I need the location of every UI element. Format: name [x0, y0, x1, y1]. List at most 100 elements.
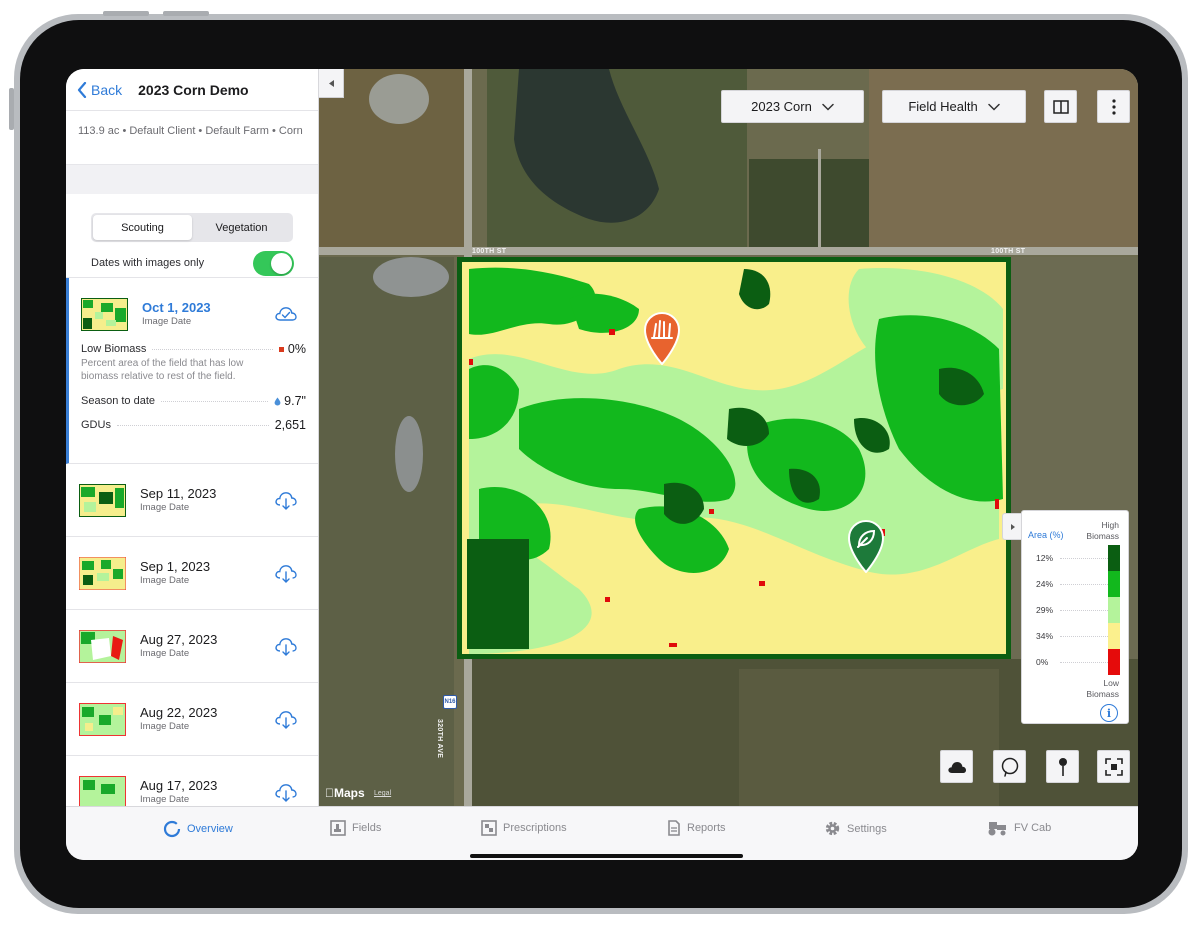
lasso-icon — [1001, 757, 1018, 777]
cloud-check-icon[interactable] — [274, 303, 298, 325]
field-meta: 113.9 ac • Default Client • Default Farm… — [78, 125, 303, 137]
legend-row: 29% — [1022, 597, 1130, 623]
map-layer-value: Field Health — [908, 99, 978, 114]
legend-row: 12% — [1022, 545, 1130, 571]
field-map[interactable]: 100TH ST 100TH ST 320TH AVE N16 2023 Cor… — [319, 69, 1138, 806]
scouting-vegetation-segmented: Scouting Vegetation — [91, 213, 293, 242]
list-item-sub: Image Date — [140, 721, 190, 732]
scouting-marker-green[interactable] — [847, 519, 885, 573]
season-label: Season to date — [81, 395, 156, 407]
selected-date: Oct 1, 2023 — [142, 300, 211, 315]
bottom-tab-bar: Overview Fields Prescriptions Reports Se… — [66, 806, 1138, 860]
images-only-toggle[interactable] — [253, 250, 294, 276]
split-view-button[interactable] — [1044, 90, 1077, 123]
image-date-list: Oct 1, 2023 Image Date Low Biomass 0% Pe… — [66, 278, 318, 806]
prescriptions-icon — [481, 820, 497, 836]
tab-settings-label: Settings — [847, 822, 887, 835]
gdu-metric: GDUs 2,651 — [81, 418, 306, 432]
weather-button[interactable] — [940, 750, 973, 783]
tab-prescriptions[interactable]: Prescriptions — [481, 820, 567, 836]
list-item-sub: Image Date — [140, 794, 190, 805]
map-layer-dropdown[interactable]: Field Health — [882, 90, 1026, 123]
back-button[interactable]: Back — [77, 81, 123, 98]
info-icon[interactable]: i — [1100, 704, 1118, 722]
legend-swatch — [1108, 545, 1120, 571]
field-thumbnail — [79, 483, 126, 517]
cloud-icon — [947, 761, 966, 773]
cloud-download-icon[interactable] — [274, 562, 298, 584]
crop-season-dropdown[interactable]: 2023 Corn — [721, 90, 864, 123]
selected-date-card[interactable]: Oct 1, 2023 Image Date Low Biomass 0% Pe… — [66, 278, 318, 464]
draw-lasso-button[interactable] — [993, 750, 1026, 783]
low-biomass-label: Low Biomass — [81, 343, 147, 355]
tab-overview[interactable]: Overview — [163, 820, 233, 838]
toggle-knob — [271, 252, 292, 274]
tab-settings[interactable]: Settings — [824, 820, 887, 837]
season-value: 9.7" — [284, 394, 306, 408]
tab-overview-label: Overview — [187, 823, 233, 835]
drop-pin-button[interactable] — [1046, 750, 1079, 783]
list-item-date: Sep 11, 2023 — [140, 486, 217, 501]
list-item[interactable]: Aug 22, 2023 Image Date — [66, 683, 318, 756]
cloud-download-icon[interactable] — [274, 708, 298, 730]
legend-pct: 29% — [1036, 605, 1054, 615]
list-item-date: Sep 1, 2023 — [140, 559, 211, 574]
collapse-sidebar-button[interactable] — [319, 69, 344, 98]
list-item-date: Aug 22, 2023 — [140, 705, 218, 720]
legend-row: 24% — [1022, 571, 1130, 597]
cloud-download-icon[interactable] — [274, 489, 298, 511]
gear-icon — [825, 821, 840, 836]
legend-collapse-button[interactable] — [1002, 513, 1022, 540]
home-indicator — [470, 854, 743, 858]
water-drop-icon — [274, 397, 281, 405]
document-icon — [668, 820, 680, 836]
tab-reports[interactable]: Reports — [667, 820, 726, 836]
maps-legal-link[interactable]: Legal — [374, 790, 391, 797]
low-biomass-swatch — [278, 346, 284, 352]
list-item[interactable]: Sep 1, 2023 Image Date — [66, 537, 318, 610]
more-vertical-icon — [1111, 98, 1116, 115]
overview-ring-icon — [163, 820, 181, 838]
tab-scouting[interactable]: Scouting — [93, 215, 192, 240]
more-options-button[interactable] — [1097, 90, 1130, 123]
tractor-icon — [988, 822, 1006, 836]
chevron-down-icon — [822, 103, 834, 111]
tab-vegetation[interactable]: Vegetation — [192, 215, 291, 240]
legend-pct: 12% — [1036, 553, 1054, 563]
list-item[interactable]: Aug 17, 2023 Image Date — [66, 756, 318, 806]
legend-swatch — [1108, 597, 1120, 623]
cloud-download-icon[interactable] — [274, 635, 298, 657]
sidebar-header: Back 2023 Corn Demo — [66, 69, 318, 111]
chevron-left-icon — [77, 81, 87, 98]
top-button-1 — [103, 11, 149, 16]
legend-swatch — [1108, 623, 1120, 649]
apple-maps-logo: Maps — [325, 786, 365, 800]
back-label: Back — [91, 81, 123, 98]
scouting-marker-orange[interactable] — [643, 311, 681, 365]
crop-season-value: 2023 Corn — [751, 99, 812, 114]
gdu-label: GDUs — [81, 419, 111, 431]
list-item-date: Aug 17, 2023 — [140, 778, 218, 793]
fit-bounds-icon — [1104, 757, 1123, 776]
tab-prescriptions-label: Prescriptions — [503, 822, 567, 834]
fields-icon — [330, 820, 346, 836]
tab-fields[interactable]: Fields — [330, 820, 381, 836]
list-item-sub: Image Date — [140, 648, 190, 659]
split-view-icon — [1052, 99, 1069, 114]
selected-date-sub: Image Date — [142, 316, 192, 327]
low-biomass-description: Percent area of the field that has low b… — [81, 358, 244, 382]
sidebar: Back 2023 Corn Demo 113.9 ac • Default C… — [66, 69, 319, 806]
list-item[interactable]: Aug 27, 2023 Image Date — [66, 610, 318, 683]
list-item-sub: Image Date — [140, 502, 190, 513]
road-label-top: 100TH ST — [472, 248, 507, 255]
list-item-sub: Image Date — [140, 575, 190, 586]
cloud-download-icon[interactable] — [274, 781, 298, 803]
season-precip-metric: Season to date 9.7" — [81, 394, 306, 408]
field-title: 2023 Corn Demo — [138, 81, 249, 98]
road-label-vertical: 320TH AVE — [436, 719, 443, 759]
fit-to-field-button[interactable] — [1097, 750, 1130, 783]
tab-reports-label: Reports — [687, 822, 726, 834]
tab-fv-cab[interactable]: FV Cab — [986, 820, 1051, 836]
list-item[interactable]: Sep 11, 2023 Image Date — [66, 464, 318, 537]
images-only-row: Dates with images only — [66, 242, 318, 278]
